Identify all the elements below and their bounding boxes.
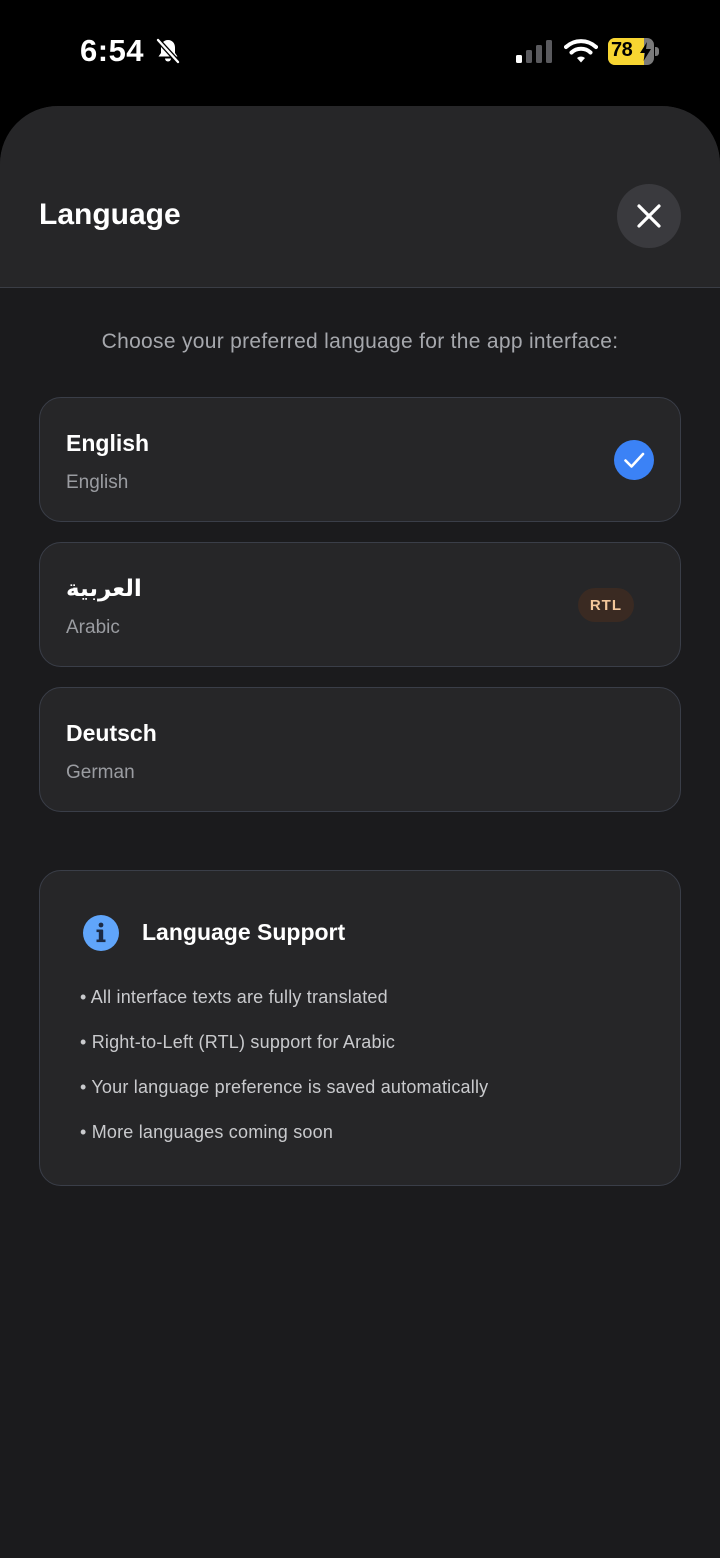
wifi-icon [564, 39, 598, 63]
language-option-arabic[interactable]: العربية Arabic RTL [39, 542, 681, 667]
language-native-name: English [66, 430, 150, 456]
status-time: 6:54 [80, 33, 145, 68]
info-title: Language Support [142, 919, 346, 945]
bell-slash-icon [156, 38, 180, 64]
info-item: • All interface texts are fully translat… [80, 987, 388, 1007]
language-native-name: Deutsch [66, 720, 157, 746]
language-english-name: German [66, 762, 135, 783]
cellular-signal-icon [516, 40, 552, 63]
language-english-name: English [66, 472, 129, 493]
info-icon [83, 915, 119, 951]
language-english-name: Arabic [66, 617, 120, 638]
screen: 6:54 78 Language Choose your preferred l… [0, 0, 720, 1558]
battery-charging-icon: 78 [608, 38, 660, 65]
sheet-subtitle: Choose your preferred language for the a… [101, 330, 619, 353]
close-button[interactable] [617, 184, 681, 248]
status-bar: 6:54 78 [0, 0, 720, 105]
sheet-title: Language [39, 198, 181, 231]
bolt-icon [640, 42, 651, 61]
language-support-card: Language Support • All interface texts a… [39, 870, 681, 1186]
language-option-english[interactable]: English English [39, 397, 681, 522]
rtl-badge: RTL [577, 588, 634, 622]
battery-cap [655, 47, 659, 56]
battery-level: 78 [611, 39, 633, 61]
battery-body: 78 [608, 38, 654, 65]
language-sheet: Language Choose your preferred language … [0, 106, 720, 1558]
sheet-header: Language [0, 106, 720, 288]
close-icon [637, 204, 661, 228]
info-item: • Right-to-Left (RTL) support for Arabic [80, 1032, 396, 1052]
checkmark-icon [614, 440, 654, 480]
language-native-name: العربية [66, 575, 142, 601]
info-item: • Your language preference is saved auto… [80, 1077, 489, 1097]
language-option-german[interactable]: Deutsch German [39, 687, 681, 812]
info-item: • More languages coming soon [80, 1122, 334, 1142]
